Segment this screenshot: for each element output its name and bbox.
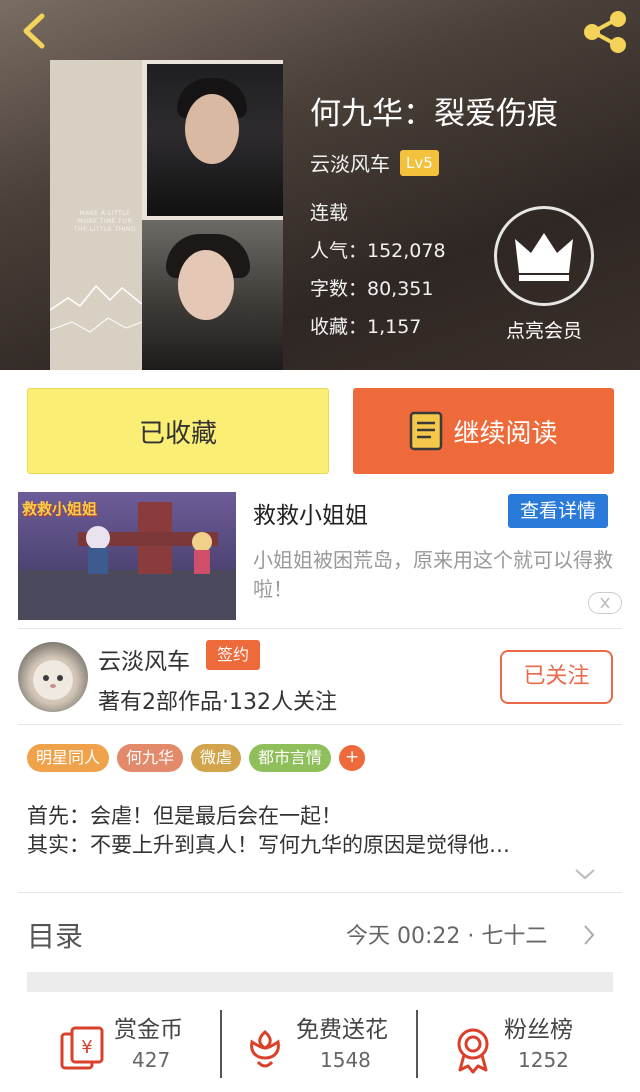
author-card-name[interactable]: 云淡风车: [98, 642, 190, 676]
ad-detail-button[interactable]: 查看详情: [508, 494, 608, 528]
reward-coin-button[interactable]: ¥ 赏金币 427: [58, 1010, 258, 1086]
book-header: MAKE A LITTLE MORE TIME FOR THE LITTLE T…: [0, 0, 640, 370]
fan-ranking-button[interactable]: 粉丝榜 1252: [448, 1010, 640, 1086]
continue-reading-label: 继续阅读: [453, 418, 558, 449]
ad-image-caption: 救救小姐姐: [22, 500, 98, 518]
signed-badge: 签约: [206, 640, 260, 670]
crown-icon: [515, 233, 573, 281]
tag-hejiuhua[interactable]: 何九华: [117, 744, 184, 772]
author-avatar[interactable]: [18, 642, 88, 712]
book-cover[interactable]: MAKE A LITTLE MORE TIME FOR THE LITTLE T…: [50, 60, 283, 370]
cover-photo-woman: [142, 220, 283, 370]
ad-description: 小姐姐被困荒岛，原来用这个就可以得救啦！: [253, 548, 613, 601]
back-button[interactable]: [14, 10, 56, 52]
close-icon: [600, 597, 610, 609]
svg-text:¥: ¥: [81, 1037, 92, 1058]
synopsis-line-2: 其实：不要上升到真人！写何九华的原因是觉得他…: [27, 833, 510, 857]
level-badge: Lv5: [400, 149, 439, 176]
divider: [220, 1010, 222, 1078]
popularity-count: 人气：152,078: [310, 240, 446, 262]
continue-reading-button[interactable]: 继续阅读: [353, 388, 614, 474]
word-count: 字数：80,351: [310, 278, 434, 300]
divider: [18, 724, 622, 725]
author-line: 云淡风车 Lv5: [310, 148, 439, 177]
author-stats: 著有2部作品·132人关注: [98, 690, 337, 715]
cat-avatar-image: [33, 660, 73, 700]
share-icon: [584, 11, 626, 53]
toc-open-button[interactable]: [582, 923, 596, 947]
divider: [18, 628, 622, 629]
free-flower-count: 1548: [320, 1048, 371, 1072]
author-name[interactable]: 云淡风车: [310, 148, 390, 177]
book-title: 何九华：裂爱伤痕: [310, 96, 558, 132]
tag-list: 明星同人 何九华 微虐 都市言情 +: [27, 744, 366, 772]
synopsis-line-1: 首先：会虐！但是最后会在一起！: [27, 804, 342, 828]
fan-ranking-label: 粉丝榜: [504, 1017, 573, 1043]
bottom-bar: ¥ 赏金币 427 免费送花 1548 粉丝榜 1252: [0, 1000, 640, 1092]
collected-label: 已收藏: [138, 418, 217, 449]
vip-label[interactable]: 点亮会员: [494, 316, 594, 343]
reward-coin-icon: ¥: [60, 1026, 104, 1070]
section-separator: [27, 972, 613, 992]
favorite-count: 收藏：1,157: [310, 316, 422, 338]
back-arrow-icon: [23, 13, 45, 49]
chevron-right-icon: [584, 925, 595, 945]
ad-banner-image[interactable]: 救救小姐姐: [18, 492, 236, 620]
fan-ranking-count: 1252: [518, 1048, 569, 1072]
collected-button[interactable]: 已收藏: [27, 388, 329, 474]
flower-icon: [250, 1030, 280, 1068]
fan-ranking-icon: [457, 1028, 489, 1074]
ad-close-button[interactable]: [588, 592, 622, 614]
divider: [18, 892, 622, 893]
divider: [416, 1010, 418, 1078]
share-button[interactable]: [580, 10, 630, 54]
reward-coin-count: 427: [132, 1048, 171, 1072]
expand-synopsis-button[interactable]: [574, 866, 596, 880]
tag-mild-angst[interactable]: 微虐: [191, 744, 242, 772]
book-icon: [410, 411, 443, 451]
add-tag-button[interactable]: +: [339, 745, 366, 771]
follow-button[interactable]: 已关注: [500, 650, 613, 704]
reward-coin-label: 赏金币: [114, 1017, 183, 1043]
serial-status: 连载: [310, 202, 349, 224]
chevron-down-icon: [575, 869, 595, 880]
cover-photo-man: [147, 64, 283, 216]
toc-label[interactable]: 目录: [27, 915, 83, 955]
cover-paper: MAKE A LITTLE MORE TIME FOR THE LITTLE T…: [50, 60, 143, 370]
tag-urban-romance[interactable]: 都市言情: [249, 744, 332, 772]
tag-star-fanfic[interactable]: 明星同人: [27, 744, 110, 772]
cover-text: MAKE A LITTLE MORE TIME FOR THE LITTLE T…: [73, 210, 137, 233]
vip-button[interactable]: [494, 206, 594, 306]
free-flower-label: 免费送花: [296, 1017, 388, 1043]
free-flower-button[interactable]: 免费送花 1548: [240, 1010, 440, 1086]
synopsis[interactable]: 首先：会虐！但是最后会在一起！ 其实：不要上升到真人！写何九华的原因是觉得他…: [27, 802, 607, 860]
ad-title[interactable]: 救救小姐姐: [253, 496, 368, 530]
latest-chapter[interactable]: 今天 00:22 · 七十二: [346, 918, 547, 950]
